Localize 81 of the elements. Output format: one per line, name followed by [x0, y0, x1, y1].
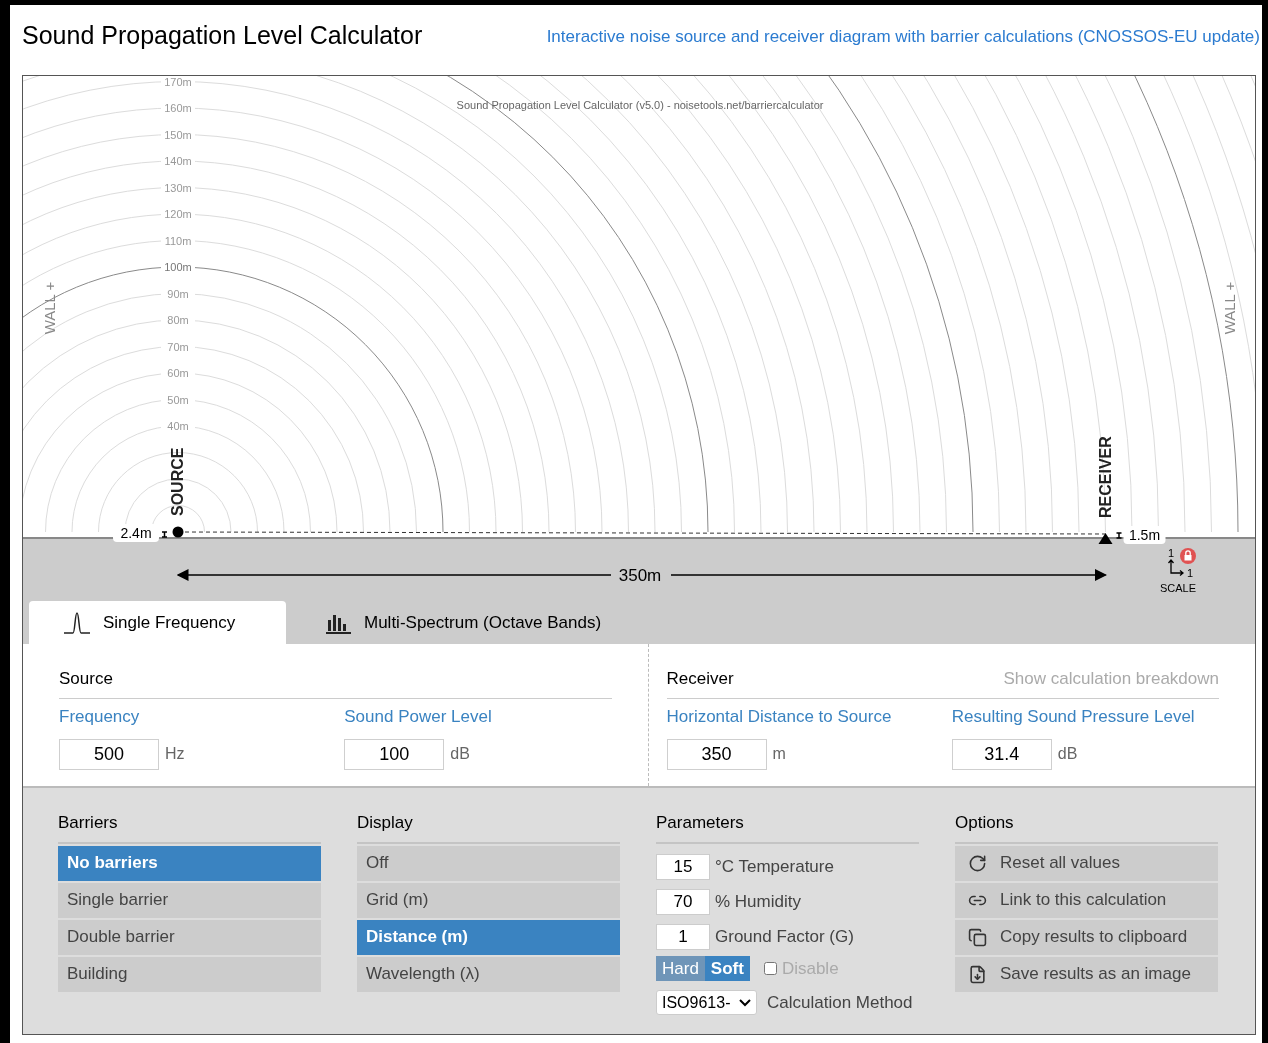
- value-field[interactable]: 100: [344, 738, 445, 770]
- wall-label[interactable]: WALL +: [41, 281, 58, 335]
- list-option[interactable]: Double barrier: [58, 919, 321, 955]
- list-option[interactable]: Distance (m): [357, 919, 620, 955]
- list-option[interactable]: Building: [58, 956, 321, 992]
- pulse-icon: [63, 610, 91, 635]
- section-heading: Options: [955, 810, 1218, 844]
- ground-type-toggle[interactable]: Soft: [704, 955, 750, 981]
- ring-distance-label: 50m: [167, 393, 189, 406]
- field-label: Sound Power Level: [344, 705, 493, 728]
- ring-distance-label: 100m: [164, 261, 192, 273]
- scale-ratio-label: 1: [1167, 547, 1175, 559]
- height-marker-icon: [1115, 532, 1123, 539]
- option-button[interactable]: Save results as an image: [955, 956, 1218, 992]
- page-title: Sound Propagation Level Calculator: [22, 20, 423, 51]
- parameter-label: Ground Factor (G): [715, 925, 854, 948]
- value-field[interactable]: 500: [59, 738, 159, 770]
- height-marker-icon: [161, 531, 168, 538]
- unit-label: m: [772, 744, 786, 764]
- section-heading: Barriers: [58, 810, 321, 844]
- source-label: SOURCE: [169, 447, 186, 516]
- section-heading: Source: [59, 668, 113, 690]
- parameter-label: °C Temperature: [715, 855, 834, 878]
- unit-label: Hz: [165, 744, 185, 764]
- ring-distance-label: 60m: [167, 367, 189, 379]
- ring-distance-label: 70m: [167, 340, 189, 353]
- ring-distance-label: 150m: [164, 128, 192, 141]
- list-option[interactable]: No barriers: [58, 845, 321, 881]
- disable-checkbox[interactable]: [763, 961, 777, 975]
- ring-distance-label: 110m: [164, 234, 192, 247]
- parameter-label: % Humidity: [715, 890, 801, 913]
- method-select[interactable]: ISO9613-: [656, 990, 757, 1015]
- list-option[interactable]: Single barrier: [58, 882, 321, 918]
- scale-ratio-label: 1: [1186, 567, 1194, 579]
- mode-tab[interactable]: Single Frequency: [29, 601, 286, 644]
- option-button[interactable]: Link to this calculation: [955, 882, 1218, 918]
- option-button[interactable]: Copy results to clipboard: [955, 919, 1218, 955]
- ring-distance-label: 120m: [164, 208, 192, 220]
- section-heading: Display: [357, 810, 620, 844]
- receiver-height-label: 1.5m: [1128, 527, 1161, 543]
- refresh-icon: [968, 853, 987, 873]
- ring-distance-label: 160m: [164, 102, 192, 114]
- ground-type-toggle[interactable]: Hard: [656, 955, 705, 981]
- unit-label: dB: [450, 744, 470, 764]
- copy-icon: [968, 927, 987, 947]
- scale-label[interactable]: SCALE: [1159, 582, 1197, 594]
- option-button[interactable]: Reset all values: [955, 845, 1218, 881]
- section-heading: Receiver: [666, 668, 734, 690]
- lock-icon[interactable]: [1180, 548, 1196, 564]
- list-option[interactable]: Wavelength (λ): [357, 956, 620, 992]
- value-field[interactable]: 31.4: [951, 738, 1052, 770]
- parameter-field[interactable]: 1: [656, 923, 710, 950]
- section-heading: Parameters: [656, 810, 919, 844]
- unit-label: dB: [1057, 744, 1078, 764]
- diagram-caption: Sound Propagation Level Calculator (v5.0) - noisetools.net/barriercalculator: [456, 99, 824, 111]
- ring-distance-label: 140m: [164, 155, 192, 167]
- scale-axes-icon[interactable]: [1167, 559, 1184, 577]
- ring-distance-label: 170m: [164, 76, 192, 88]
- field-label: Frequency: [59, 705, 141, 728]
- list-option[interactable]: Grid (m): [357, 882, 620, 918]
- field-label: Resulting Sound Pressure Level: [951, 705, 1196, 728]
- chevron-down-icon: [739, 998, 751, 1007]
- receiver-label: RECEIVER: [1096, 436, 1114, 518]
- field-label: Horizontal Distance to Source: [666, 705, 893, 728]
- ring-distance-label: 90m: [167, 287, 189, 300]
- parameter-field[interactable]: 15: [656, 853, 710, 880]
- page-subtitle: Interactive noise source and receiver diagram with barrier calculations (CNOSSOS-EU update): [546, 26, 1260, 48]
- ring-distance-label: 40m: [167, 420, 189, 432]
- file-download-icon: [968, 964, 987, 984]
- parameter-label: Calculation Method: [767, 992, 913, 1014]
- list-option[interactable]: Off: [357, 845, 620, 881]
- wall-label[interactable]: WALL +: [1221, 281, 1238, 335]
- ring-distance-label: 130m: [164, 181, 192, 194]
- ring-distance-label: 80m: [167, 314, 189, 326]
- distance-label: 350m: [618, 566, 662, 585]
- value-field[interactable]: 350: [666, 738, 767, 770]
- source-marker[interactable]: [172, 526, 184, 538]
- mode-tab[interactable]: Multi-Spectrum (Octave Bands): [286, 601, 646, 644]
- source-height-label: 2.4m: [120, 525, 152, 541]
- parameter-field[interactable]: 70: [656, 888, 710, 915]
- receiver-marker[interactable]: [1098, 533, 1113, 544]
